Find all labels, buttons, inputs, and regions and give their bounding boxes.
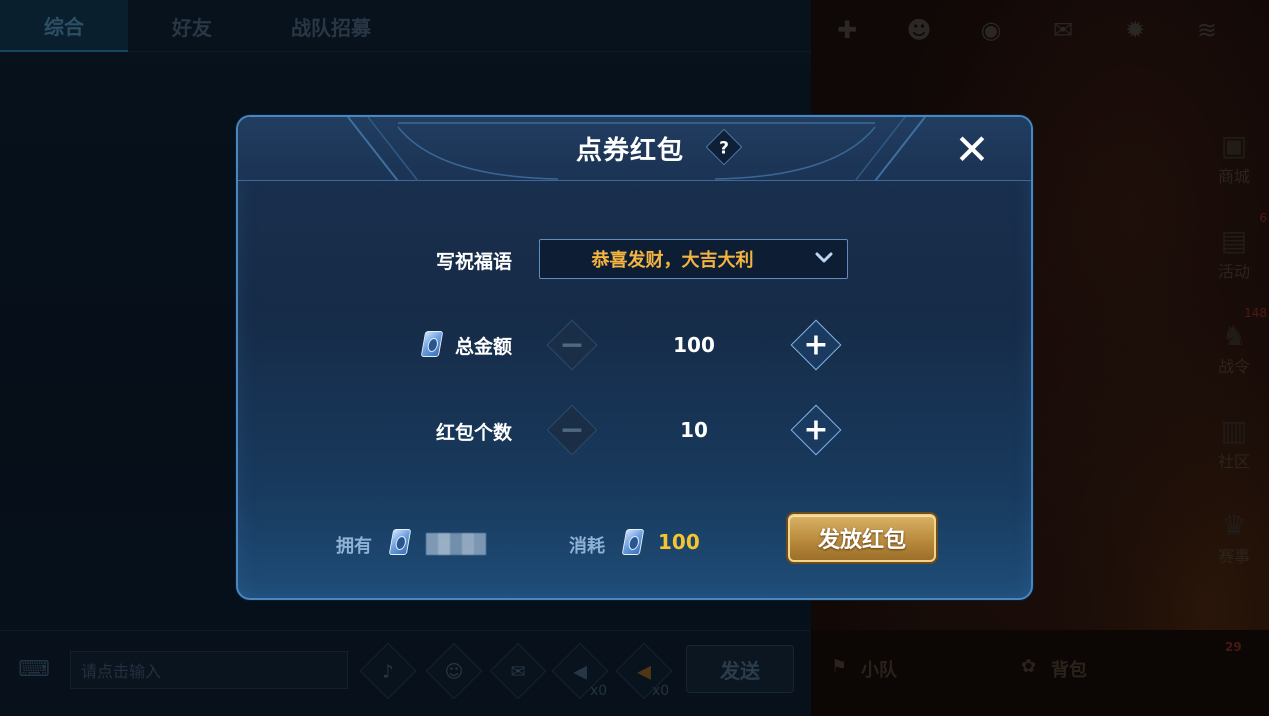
owned-label: 拥有	[336, 536, 372, 557]
blessing-select[interactable]: 恭喜发财，大吉大利	[539, 239, 848, 279]
coupon-icon	[388, 529, 412, 555]
total-amount-value: 100	[673, 333, 715, 357]
send-red-packet-button[interactable]: 发放红包	[788, 514, 936, 562]
cost-label: 消耗	[569, 536, 605, 557]
count-decrease-button[interactable]: −	[546, 404, 598, 456]
cost-value: 100	[658, 530, 700, 554]
amount-decrease-button[interactable]: −	[546, 319, 598, 371]
blessing-value: 恭喜发财，大吉大利	[591, 250, 754, 271]
plus-icon: +	[803, 327, 829, 363]
minus-icon: −	[559, 327, 585, 363]
plus-icon: +	[803, 412, 829, 448]
close-icon: ✕	[954, 125, 990, 174]
help-symbol: ?	[719, 138, 729, 159]
minus-icon: −	[559, 412, 585, 448]
dialog-header: 点券红包 ? ✕	[238, 117, 1031, 181]
dialog-title: 点券红包	[576, 136, 685, 166]
blessing-label: 写祝福语	[435, 251, 512, 273]
red-packet-dialog: 点券红包 ? ✕ 写祝福语 恭喜发财，大吉大利 总金额 − 100 + 红包个数…	[236, 115, 1033, 600]
packet-count-label: 红包个数	[435, 422, 512, 444]
amount-increase-button[interactable]: +	[790, 319, 842, 371]
coupon-icon	[621, 529, 645, 555]
close-button[interactable]: ✕	[950, 129, 994, 173]
packet-count-value: 10	[680, 418, 708, 442]
owned-balance-redacted	[426, 533, 486, 555]
total-amount-label: 总金额	[454, 336, 512, 358]
chevron-down-icon	[815, 252, 833, 263]
count-increase-button[interactable]: +	[790, 404, 842, 456]
